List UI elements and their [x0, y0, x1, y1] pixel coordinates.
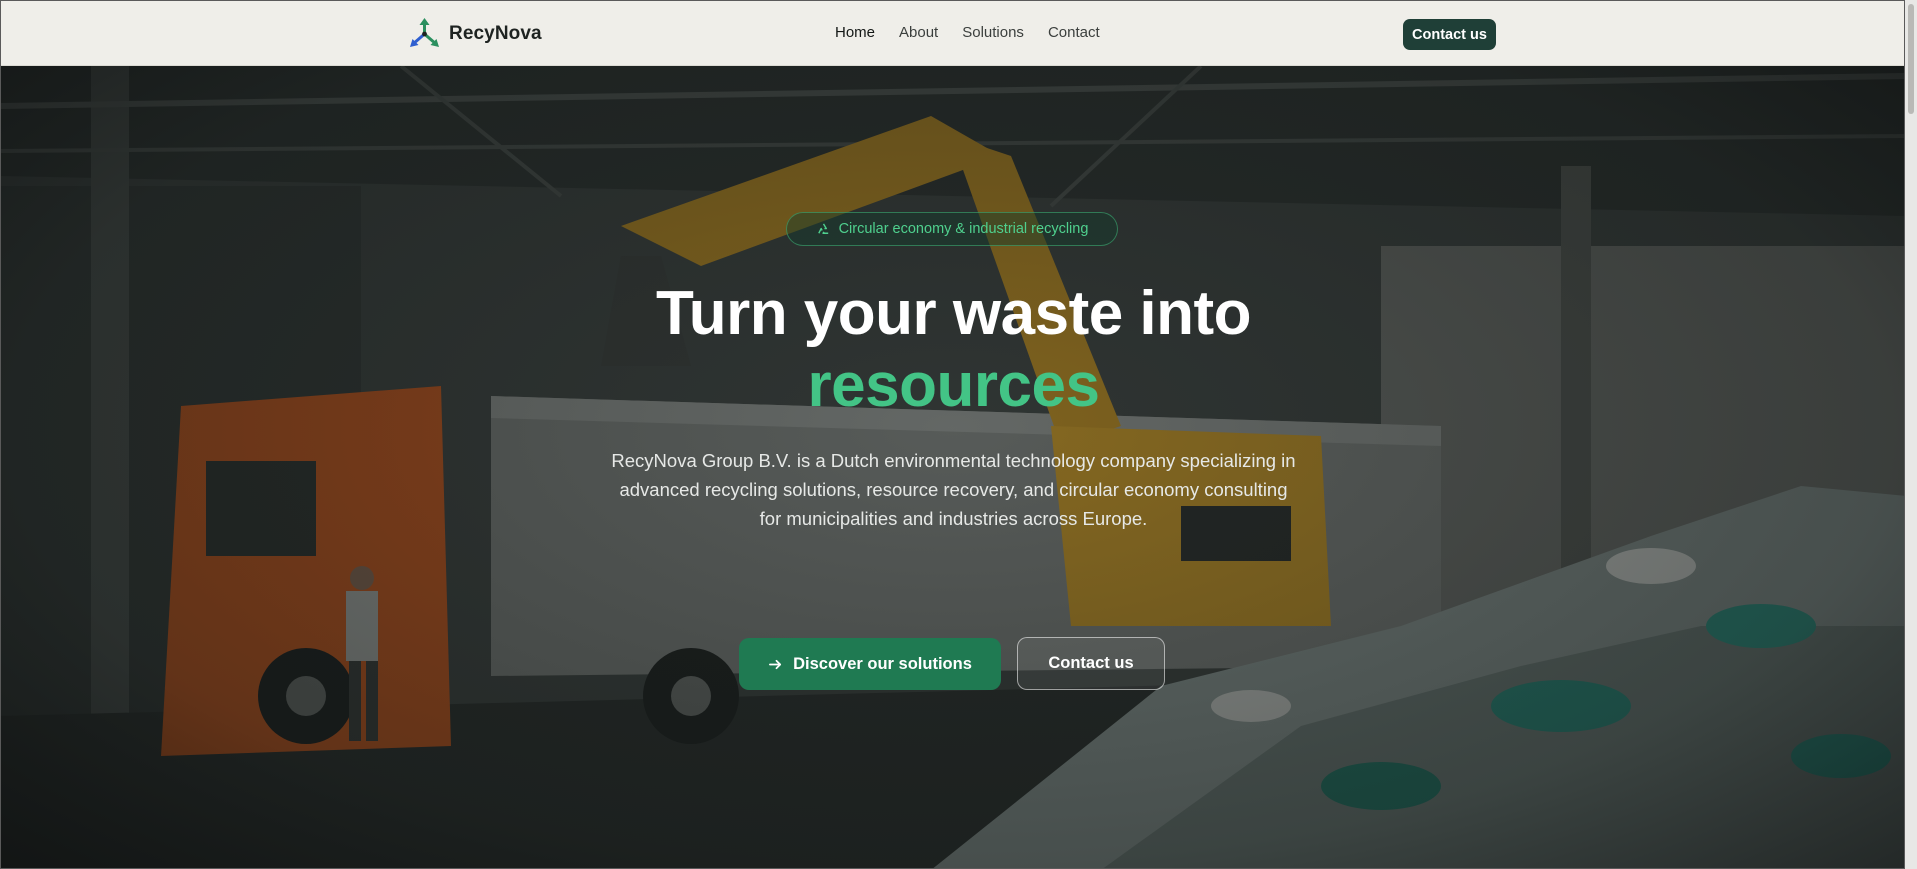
hero-title-line-2: resources [807, 351, 1100, 420]
nav-item-contact[interactable]: Contact [1048, 23, 1100, 43]
hero-badge: Circular economy & industrial recycling [786, 212, 1118, 246]
hero-badge-text: Circular economy & industrial recycling [838, 221, 1089, 237]
nav-item-home[interactable]: Home [835, 23, 875, 43]
scrollbar-thumb[interactable] [1908, 4, 1914, 114]
main-nav: Home About Solutions Contact [835, 23, 1124, 43]
arrow-right-icon [769, 659, 782, 669]
header-contact-button[interactable]: Contact us [1403, 19, 1496, 50]
discover-solutions-button[interactable]: Discover our solutions [739, 638, 1001, 690]
discover-solutions-label: Discover our solutions [793, 654, 972, 673]
nav-item-about[interactable]: About [899, 23, 938, 43]
brand-name: RecyNova [449, 23, 542, 44]
page-scrollbar[interactable] [1905, 0, 1917, 869]
browser-window: RecyNova Home About Solutions Contact Co… [0, 0, 1905, 869]
recycle-icon [817, 223, 828, 234]
hero-contact-button[interactable]: Contact us [1017, 637, 1165, 690]
brand-logo[interactable]: RecyNova [408, 17, 542, 51]
site-header: RecyNova Home About Solutions Contact Co… [1, 1, 1904, 66]
nav-item-solutions[interactable]: Solutions [962, 23, 1024, 43]
hero-title-line-1: Turn your waste into [655, 279, 1252, 348]
recycle-arrows-logo-icon [410, 18, 439, 47]
hero-section: Circular economy & industrial recycling … [1, 66, 1904, 868]
hero-description: RecyNova Group B.V. is a Dutch environme… [611, 450, 1296, 529]
